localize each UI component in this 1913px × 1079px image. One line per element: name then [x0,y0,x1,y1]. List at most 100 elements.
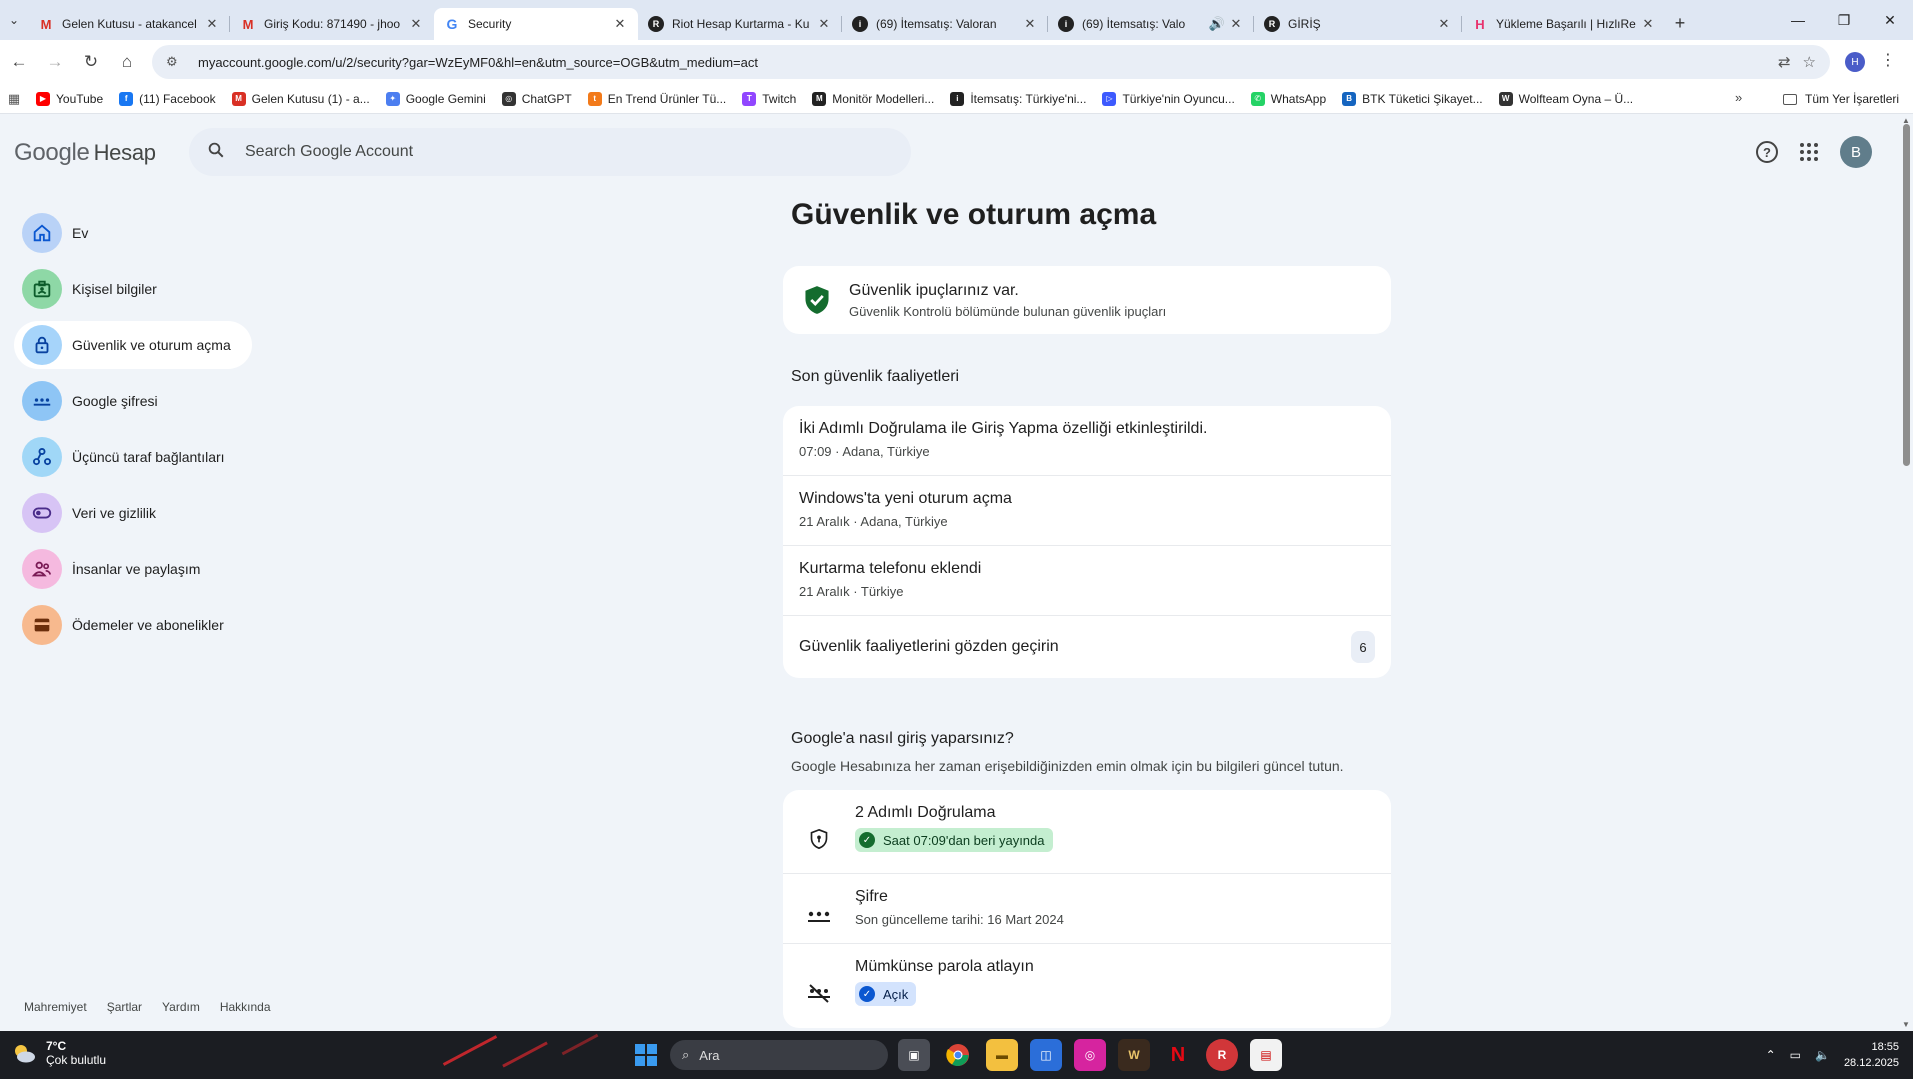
store-icon[interactable]: ◫ [1030,1039,1062,1071]
two-step-verification-row[interactable]: 2 Adımlı Doğrulama ✓ Saat 07:09'dan beri … [783,790,1391,874]
reload-icon[interactable]: ↻ [74,45,108,79]
chrome-icon[interactable] [942,1039,974,1071]
taskbar-search-input[interactable]: ⌕ Ara [670,1040,888,1070]
app-icon[interactable]: ▤ [1250,1039,1282,1071]
forward-icon[interactable]: → [38,45,72,79]
skip-password-row[interactable]: Mümkünse parola atlayın ✓ Açık [783,944,1391,1028]
bookmark-label: Türkiye'nin Oyuncu... [1122,91,1235,106]
tab-itemsatis-1[interactable]: i (69) İtemsatış: Valoran ✕ [842,8,1048,40]
account-search-input[interactable]: Search Google Account [189,128,911,176]
clock[interactable]: 18:55 28.12.2025 [1844,1039,1899,1071]
bookmark-item[interactable]: ▶ YouTube [28,91,111,106]
tab-search-chevron-icon[interactable]: ⌄ [0,0,28,40]
sidebar-item-payments[interactable]: Ödemeler ve abonelikler [14,601,254,649]
url-text[interactable]: myaccount.google.com/u/2/security?gar=Wz… [198,55,1778,70]
netflix-icon[interactable]: N [1162,1039,1194,1071]
google-apps-icon[interactable] [1800,143,1818,161]
avatar[interactable]: B [1840,136,1872,168]
activity-subtitle: 21 Aralık · Adana, Türkiye [799,514,948,529]
bookmark-item[interactable]: ✆ WhatsApp [1243,91,1334,106]
more-bookmarks-icon[interactable]: » [1735,90,1742,105]
security-tips-card[interactable]: Güvenlik ipuçlarınız var. Güvenlik Kontr… [783,266,1391,334]
google-account-logo[interactable]: Google Hesap [14,139,156,167]
new-tab-button[interactable]: + [1666,13,1694,34]
volume-icon[interactable]: 🔈 [1815,1048,1830,1062]
bookmark-star-icon[interactable]: ☆ [1803,53,1816,71]
footer-link-privacy[interactable]: Mahremiyet [24,1000,87,1014]
minimize-icon[interactable]: — [1775,0,1821,40]
bookmark-item[interactable]: ◎ ChatGPT [494,91,580,106]
task-view-icon[interactable]: ▣ [898,1039,930,1071]
apps-grid-icon[interactable]: ▦ [0,91,28,107]
activity-row[interactable]: Windows'ta yeni oturum açma 21 Aralık · … [783,476,1391,546]
tab-riot-recovery[interactable]: R Riot Hesap Kurtarma - Ku ✕ [638,8,842,40]
footer-link-help[interactable]: Yardım [162,1000,200,1014]
bookmark-favicon-icon: f [119,91,134,106]
chevron-up-icon[interactable]: ⌃ [1766,1048,1776,1062]
instagram-icon[interactable]: ◎ [1074,1039,1106,1071]
sidebar-item-home[interactable]: Ev [14,209,254,257]
review-activity-button[interactable]: Güvenlik faaliyetlerini gözden geçirin 6 [783,616,1391,678]
sidebar-item-personal-info[interactable]: Kişisel bilgiler [14,265,254,313]
close-icon[interactable]: ✕ [612,16,628,32]
bookmark-favicon-icon: ✦ [385,91,400,106]
activity-row[interactable]: İki Adımlı Doğrulama ile Giriş Yapma öze… [783,406,1391,476]
close-icon[interactable]: ✕ [1022,16,1038,32]
sidebar-item-security[interactable]: Güvenlik ve oturum açma [14,321,252,369]
close-icon[interactable]: ✕ [204,16,220,32]
bookmark-item[interactable]: ✦ Google Gemini [378,91,494,106]
scrollbar-thumb[interactable] [1903,124,1910,466]
browser-menu-icon[interactable]: ⋮ [1880,50,1896,70]
tab-giris[interactable]: R GİRİŞ ✕ [1254,8,1462,40]
bookmark-label: Twitch [762,91,797,106]
tab-gmail-inbox[interactable]: M Gelen Kutusu - atakancel ✕ [28,8,230,40]
footer-link-terms[interactable]: Şartlar [107,1000,142,1014]
bookmark-item[interactable]: i İtemsatış: Türkiye'ni... [942,91,1094,106]
bookmark-item[interactable]: W Wolfteam Oyna – Ü... [1491,91,1642,106]
close-icon[interactable]: ✕ [1436,16,1452,32]
close-icon[interactable]: ✕ [816,16,832,32]
bookmark-item[interactable]: B BTK Tüketici Şikayet... [1334,91,1491,106]
translate-icon[interactable]: ⇄ [1778,53,1791,71]
check-icon: ✓ [859,986,875,1002]
browser-profile-avatar[interactable]: H [1845,52,1865,72]
sidebar-item-data-privacy[interactable]: Veri ve gizlilik [14,489,254,537]
riot-client-icon[interactable]: R [1206,1039,1238,1071]
all-bookmarks-button[interactable]: Tüm Yer İşaretleri [1783,84,1899,114]
bookmark-item[interactable]: t En Trend Ürünler Tü... [580,91,735,106]
tab-gmail-code[interactable]: M Giriş Kodu: 871490 - jhoo ✕ [230,8,434,40]
scroll-down-icon[interactable]: ▼ [1902,1020,1910,1029]
sidebar-item-google-password[interactable]: Google şifresi [14,377,254,425]
restore-icon[interactable]: ❐ [1821,0,1867,40]
back-icon[interactable]: ← [2,45,36,79]
activity-title: Windows'ta yeni oturum açma [799,490,1012,507]
weather-widget[interactable]: 7°C Çok bulutlu [10,1039,106,1067]
footer-link-about[interactable]: Hakkında [220,1000,271,1014]
account-header: Google Hesap Search Google Account ? B [0,114,1900,194]
speaker-icon[interactable]: 🔊 [1206,16,1228,32]
close-icon[interactable]: ✕ [1640,16,1656,32]
bookmark-item[interactable]: M Gelen Kutusu (1) - a... [224,91,378,106]
tab-hizlireels[interactable]: H Yükleme Başarılı | HızlıRe ✕ [1462,8,1666,40]
bookmark-item[interactable]: ▷ Türkiye'nin Oyuncu... [1094,91,1242,106]
windows-start-icon[interactable] [630,1039,662,1071]
address-bar[interactable]: ⚙ myaccount.google.com/u/2/security?gar=… [152,45,1830,79]
bookmark-item[interactable]: T Twitch [734,91,804,106]
sidebar-item-people-sharing[interactable]: İnsanlar ve paylaşım [14,545,254,593]
tab-itemsatis-2[interactable]: i (69) İtemsatış: Valo 🔊 ✕ [1048,8,1254,40]
tab-security[interactable]: G Security ✕ [434,8,638,40]
activity-row[interactable]: Kurtarma telefonu eklendi 21 Aralık · Tü… [783,546,1391,616]
sidebar-item-third-party[interactable]: Üçüncü taraf bağlantıları [14,433,254,481]
password-row[interactable]: Şifre Son güncelleme tarihi: 16 Mart 202… [783,874,1391,944]
help-icon[interactable]: ? [1756,141,1778,163]
bookmark-item[interactable]: f (11) Facebook [111,91,223,106]
bookmark-item[interactable]: M Monitör Modelleri... [804,91,942,106]
site-info-icon[interactable]: ⚙ [166,54,184,70]
game-icon[interactable]: W [1118,1039,1150,1071]
close-icon[interactable]: ✕ [1228,16,1244,32]
file-explorer-icon[interactable]: ▬ [986,1039,1018,1071]
network-icon[interactable]: ▭ [1790,1048,1801,1062]
home-icon[interactable]: ⌂ [110,45,144,79]
close-icon[interactable]: ✕ [408,16,424,32]
window-close-icon[interactable]: ✕ [1867,0,1913,40]
